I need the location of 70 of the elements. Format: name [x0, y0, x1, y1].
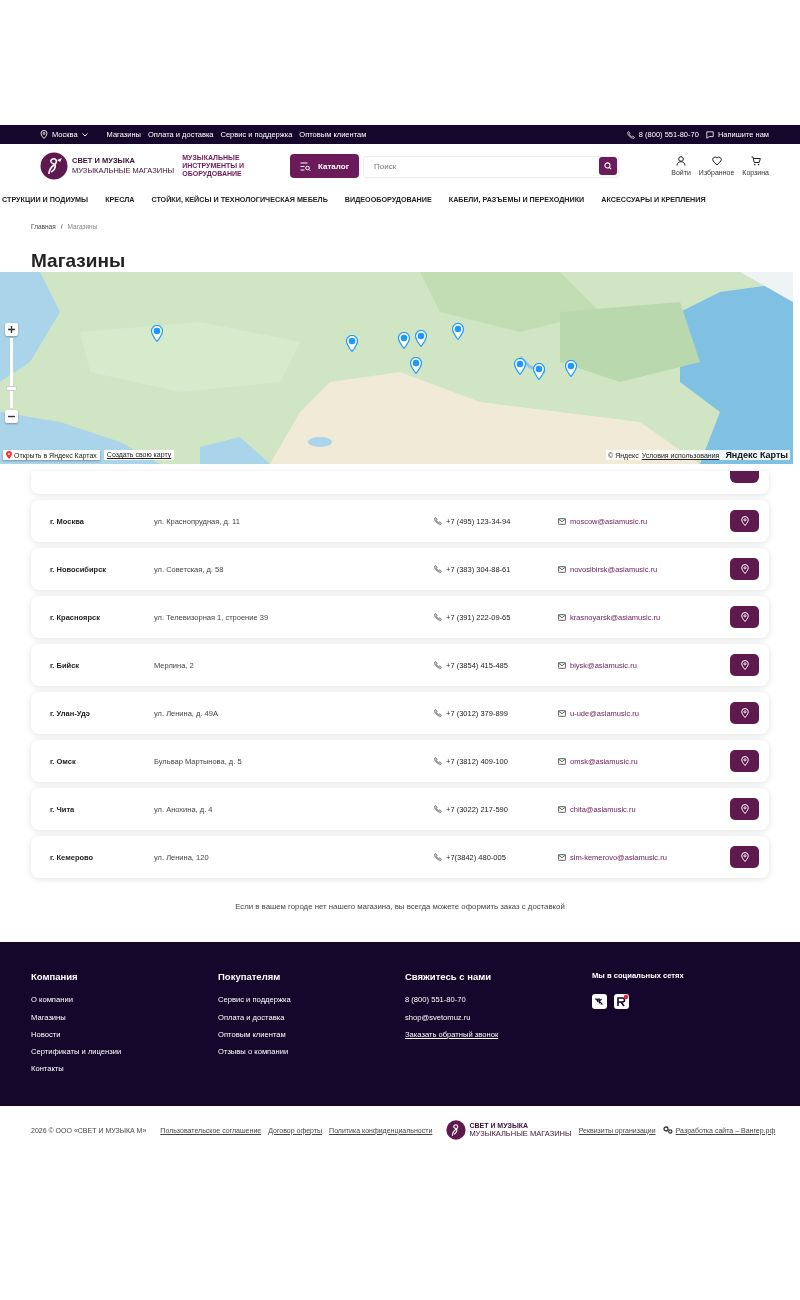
map-marker-icon[interactable]	[398, 332, 410, 349]
heart-icon	[711, 156, 722, 166]
location-pin-icon	[6, 451, 12, 459]
location-button[interactable]	[730, 558, 759, 580]
map-marker-icon[interactable]	[533, 363, 545, 380]
page-title: Магазины	[31, 249, 127, 273]
location-pin-icon	[740, 564, 749, 574]
phone-icon	[434, 613, 442, 621]
map-marker-icon[interactable]	[565, 360, 577, 377]
location-button[interactable]	[730, 654, 759, 676]
user-icon	[676, 156, 687, 166]
phone-icon	[434, 661, 442, 669]
map-marker-icon[interactable]	[410, 357, 422, 374]
search-icon	[604, 162, 612, 170]
mail-icon	[558, 661, 566, 669]
zoom-slider-handle[interactable]	[6, 385, 17, 391]
phone-icon	[626, 130, 635, 139]
minus-icon	[8, 413, 15, 420]
map-marker-icon[interactable]	[514, 358, 526, 375]
location-button[interactable]	[730, 750, 759, 772]
location-button[interactable]	[730, 702, 759, 724]
mail-icon	[558, 757, 566, 765]
location-button[interactable]	[730, 798, 759, 820]
location-pin-icon	[740, 756, 749, 766]
phone-icon	[434, 709, 442, 717]
phone-icon	[434, 517, 442, 525]
location-pin-icon	[740, 852, 749, 862]
mail-icon	[558, 613, 566, 621]
mail-icon	[558, 709, 566, 717]
maps-logo: Яндекс Карты	[725, 450, 788, 460]
zoom-out-button[interactable]	[5, 410, 18, 423]
phone-icon	[434, 565, 442, 573]
footer-heading: Свяжитесь с нами	[405, 971, 492, 982]
plus-icon	[8, 326, 15, 333]
location-pin-icon	[740, 612, 749, 622]
location-pin-icon	[740, 804, 749, 814]
map-marker-icon[interactable]	[415, 330, 427, 347]
location-pin-icon	[740, 708, 749, 718]
mail-icon	[558, 517, 566, 525]
zoom-in-button[interactable]	[5, 323, 18, 336]
vk-icon[interactable]	[592, 994, 607, 1010]
location-pin-icon	[40, 130, 48, 139]
search-field[interactable]: Поиск	[363, 155, 619, 178]
location-button[interactable]	[730, 606, 759, 628]
gears-icon	[662, 1126, 673, 1134]
map-marker-icon[interactable]	[151, 325, 163, 342]
phone-icon	[434, 805, 442, 813]
mail-icon	[558, 565, 566, 573]
search-button[interactable]	[599, 157, 617, 175]
mail-icon	[558, 853, 566, 861]
footer-heading: Компания	[31, 971, 78, 982]
location-pin-icon	[740, 660, 749, 670]
cart-icon	[750, 156, 761, 166]
location-button[interactable]	[730, 846, 759, 868]
footer-heading: Покупателям	[218, 971, 281, 982]
catalog-button[interactable]: Каталог	[290, 154, 359, 178]
map-marker-icon[interactable]	[452, 323, 464, 340]
mail-icon	[558, 805, 566, 813]
logo-icon[interactable]	[446, 1120, 467, 1140]
logo-icon[interactable]	[40, 152, 68, 180]
location-pin-icon	[740, 516, 749, 526]
chat-icon	[705, 130, 714, 139]
video-platform-icon[interactable]	[614, 994, 629, 1010]
map-marker-icon[interactable]	[346, 335, 358, 352]
chevron-down-icon	[81, 132, 88, 137]
phone-icon	[434, 757, 442, 765]
phone-icon	[434, 853, 442, 861]
menu-icon	[300, 161, 311, 171]
location-button[interactable]	[730, 471, 759, 483]
location-button[interactable]	[730, 510, 759, 532]
